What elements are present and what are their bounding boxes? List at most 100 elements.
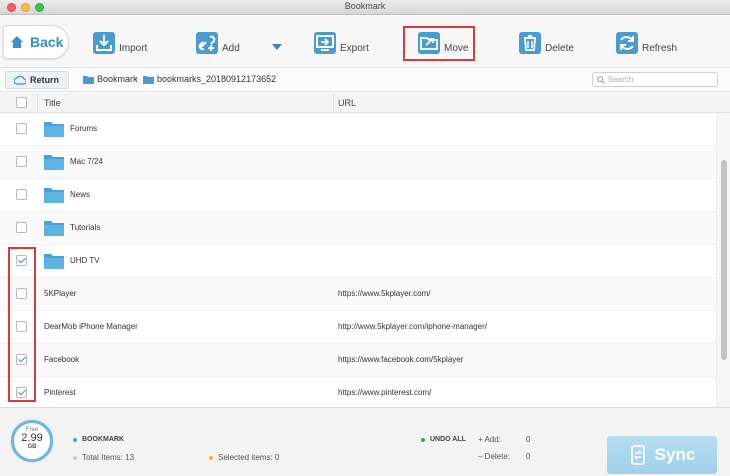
row-title: Pinterest [44,388,76,397]
folder-icon [44,122,64,137]
storage-gauge: Free 2.99 GB [11,420,53,462]
row-url: https://www.facebook.com/5kplayer [338,355,464,364]
column-divider [37,93,38,113]
folder-icon [44,155,64,170]
table-row[interactable]: News [0,179,716,212]
export-icon [314,32,336,54]
move-label: Move [444,42,469,54]
refresh-label: Refresh [642,42,678,54]
storage-unit: GB [27,444,37,450]
row-checkbox[interactable] [16,189,27,200]
column-divider[interactable] [333,93,334,113]
column-header-url[interactable]: URL [338,98,356,108]
breadcrumb-root[interactable]: Bookmark [83,74,138,84]
import-button[interactable]: Import [92,28,147,58]
row-title: 5KPlayer [44,289,77,298]
folder-icon [44,188,64,203]
folder-icon [83,75,94,84]
export-button[interactable]: Export [313,28,369,58]
import-label: Import [119,42,148,54]
search-input[interactable] [608,75,708,84]
table-row[interactable]: Mac 7/24 [0,146,716,179]
row-url: http://www.5kplayer.com/iphone-manager/ [338,322,487,331]
row-checkbox[interactable] [16,123,27,134]
row-checkbox[interactable] [16,156,27,167]
sync-label: Sync [654,445,696,464]
table-row[interactable]: Facebook https://www.facebook.com/5kplay… [0,344,716,377]
total-items-text: Total Items: 13 [82,453,135,462]
delete-count-label: – Delete: [478,452,511,461]
add-count-text: Add: [484,435,501,444]
sync-button[interactable]: Sync [607,436,717,474]
row-checkbox[interactable] [16,255,27,266]
row-title: DearMob iPhone Manager [44,322,138,331]
bookmark-section-text: BOOKMARK [82,436,124,443]
export-label: Export [340,42,369,54]
selected-items: Selected items: 0 [209,453,279,462]
storage-free-value: 2.99 [21,432,43,444]
bookmark-section-label: BOOKMARK [73,436,124,443]
row-checkbox[interactable] [16,387,27,398]
selected-items-text: Selected items: 0 [218,453,280,462]
navigation-bar: Return Bookmark › bookmarks_201809121736… [0,68,730,92]
search-box[interactable] [592,72,718,87]
title-bar: Bookmark [0,0,730,15]
refresh-button[interactable]: Refresh [615,28,677,58]
refresh-icon [616,32,638,54]
toolbar: Back Import Add Export Move Delete Refre… [0,16,730,68]
window-title: Bookmark [344,1,386,11]
row-checkbox[interactable] [16,321,27,332]
total-items: Total Items: 13 [73,453,134,462]
delete-button[interactable]: Delete [518,28,574,58]
column-header-title[interactable]: Title [44,98,61,108]
breadcrumb-root-label: Bookmark [97,74,138,84]
table-row[interactable]: Tutorials [0,212,716,245]
row-title: Tutorials [70,223,101,232]
add-label: Add [222,42,240,54]
row-checkbox[interactable] [16,222,27,233]
trash-icon [519,32,541,54]
add-button[interactable]: Add [195,28,240,58]
add-count-value: 0 [526,435,531,444]
delete-count-text: Delete: [484,452,511,461]
undo-dot-icon [421,437,425,442]
total-dot-icon [73,455,77,460]
scrollbar-thumb[interactable] [721,160,727,360]
table-row[interactable]: 5KPlayer https://www.5kplayer.com/ [0,278,716,311]
footer-panel: Free 2.99 GB BOOKMARK Total Items: 13 Se… [0,407,730,476]
folder-icon [44,254,64,269]
return-cloud-icon [14,75,26,85]
back-label: Back [30,34,64,50]
selected-dot-icon [209,455,213,460]
delete-count-value: 0 [526,452,531,461]
breadcrumb-separator-icon: › [135,73,138,83]
table-header: Title URL [0,93,730,113]
select-all-checkbox[interactable] [16,97,27,108]
table-row[interactable]: DearMob iPhone Manager http://www.5kplay… [0,311,716,344]
table-row[interactable]: Forums [0,113,716,146]
search-icon [597,75,605,84]
table-row[interactable]: Pinterest https://www.pinterest.com/ [0,377,716,407]
undo-all-text: UNDO ALL [430,436,466,443]
row-url: https://www.pinterest.com/ [338,388,432,397]
folder-icon [44,221,64,236]
row-title: News [70,190,91,199]
return-button[interactable]: Return [5,71,69,89]
row-checkbox[interactable] [16,354,27,365]
row-title: Mac 7/24 [70,157,103,166]
add-dropdown-caret-icon[interactable] [272,44,282,50]
row-checkbox[interactable] [16,288,27,299]
table-row[interactable]: UHD TV [0,245,716,278]
vertical-scrollbar[interactable] [716,113,730,407]
bookmark-dot-icon [73,437,77,442]
undo-all-button[interactable]: UNDO ALL [421,436,466,443]
home-icon [11,36,23,48]
row-url: https://www.5kplayer.com/ [338,289,431,298]
back-button[interactable]: Back [3,25,69,59]
delete-label: Delete [545,42,574,54]
sync-phone-icon [630,445,645,465]
return-label: Return [30,75,59,85]
move-button[interactable]: Move [417,28,468,58]
breadcrumb-current[interactable]: bookmarks_20180912173652 [143,74,276,84]
add-link-icon [196,32,218,54]
